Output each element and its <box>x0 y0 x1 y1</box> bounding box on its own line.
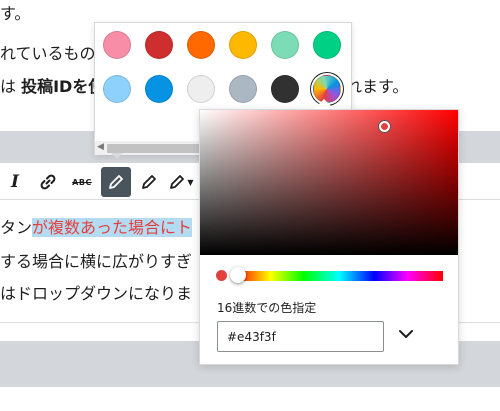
popover-pointer <box>111 153 123 159</box>
saturation-handle[interactable] <box>379 121 390 132</box>
saturation-area[interactable] <box>200 110 458 255</box>
highlight-button[interactable] <box>134 167 164 197</box>
selected-text: が複数あった場合にト <box>32 218 193 237</box>
pencil-icon <box>142 175 156 189</box>
link-icon-glyph <box>40 174 56 190</box>
editor-text-line[interactable]: する場合に横に広がりすぎ <box>0 251 192 273</box>
hex-color-input[interactable] <box>217 321 384 352</box>
paragraph-text-part: れているもの <box>0 44 96 63</box>
editor-text-line[interactable]: はドロップダウンになりま <box>0 283 192 305</box>
hue-slider[interactable] <box>235 271 443 281</box>
color-swatch-cyan-bluish-gray[interactable] <box>229 75 257 103</box>
color-swatch-amber[interactable] <box>229 31 257 59</box>
pencil-icon <box>170 175 185 189</box>
color-swatch-pink[interactable] <box>103 31 131 59</box>
editor-text-line[interactable]: タンが複数あった場合にト <box>0 217 193 239</box>
paragraph-bold-text: 投稿IDを使 <box>21 77 105 96</box>
popover-pointer <box>314 99 334 109</box>
italic-icon[interactable]: I <box>0 167 30 197</box>
pencil-icon <box>109 175 123 189</box>
chevron-down-icon: ▼ <box>187 177 194 187</box>
paragraph-text: す。 <box>0 4 31 23</box>
scrollbar-thumb[interactable] <box>107 144 207 153</box>
paragraph-text: は 投稿IDを使 れます。 <box>0 77 408 97</box>
text-color-button[interactable] <box>101 167 131 197</box>
paragraph-text-part: れます。 <box>346 77 409 96</box>
hex-field-label: 16進数での色指定 <box>217 301 317 315</box>
strikethrough-button[interactable]: ABC <box>67 167 97 197</box>
strikethrough-label: ABC <box>72 177 92 187</box>
chevron-down-icon[interactable] <box>395 323 417 345</box>
color-picker-panel: 16進数での色指定 <box>199 109 459 365</box>
color-swatch-very-light-gray[interactable] <box>187 75 215 103</box>
color-swatch-light-green-cyan[interactable] <box>271 31 299 59</box>
color-swatch-vivid-green-cyan[interactable] <box>313 31 341 59</box>
color-swatch-very-dark-gray[interactable] <box>271 75 299 103</box>
link-icon[interactable] <box>33 167 63 197</box>
pencil-dropdown-button[interactable]: ▼ <box>166 167 196 197</box>
color-swatch-vivid-orange[interactable] <box>187 31 215 59</box>
color-swatch-vivid-cyan-blue[interactable] <box>145 75 173 103</box>
current-color-preview <box>216 270 227 281</box>
paragraph-text-part: は <box>0 77 22 96</box>
color-swatch-pale-cyan-blue[interactable] <box>103 75 131 103</box>
color-swatch-vivid-red[interactable] <box>145 31 173 59</box>
paragraph-text: れているもの。 <box>0 44 352 64</box>
scroll-left-icon[interactable]: ◀ <box>97 142 104 152</box>
editor-text: タン <box>0 218 33 237</box>
hue-slider-handle[interactable] <box>230 267 246 283</box>
